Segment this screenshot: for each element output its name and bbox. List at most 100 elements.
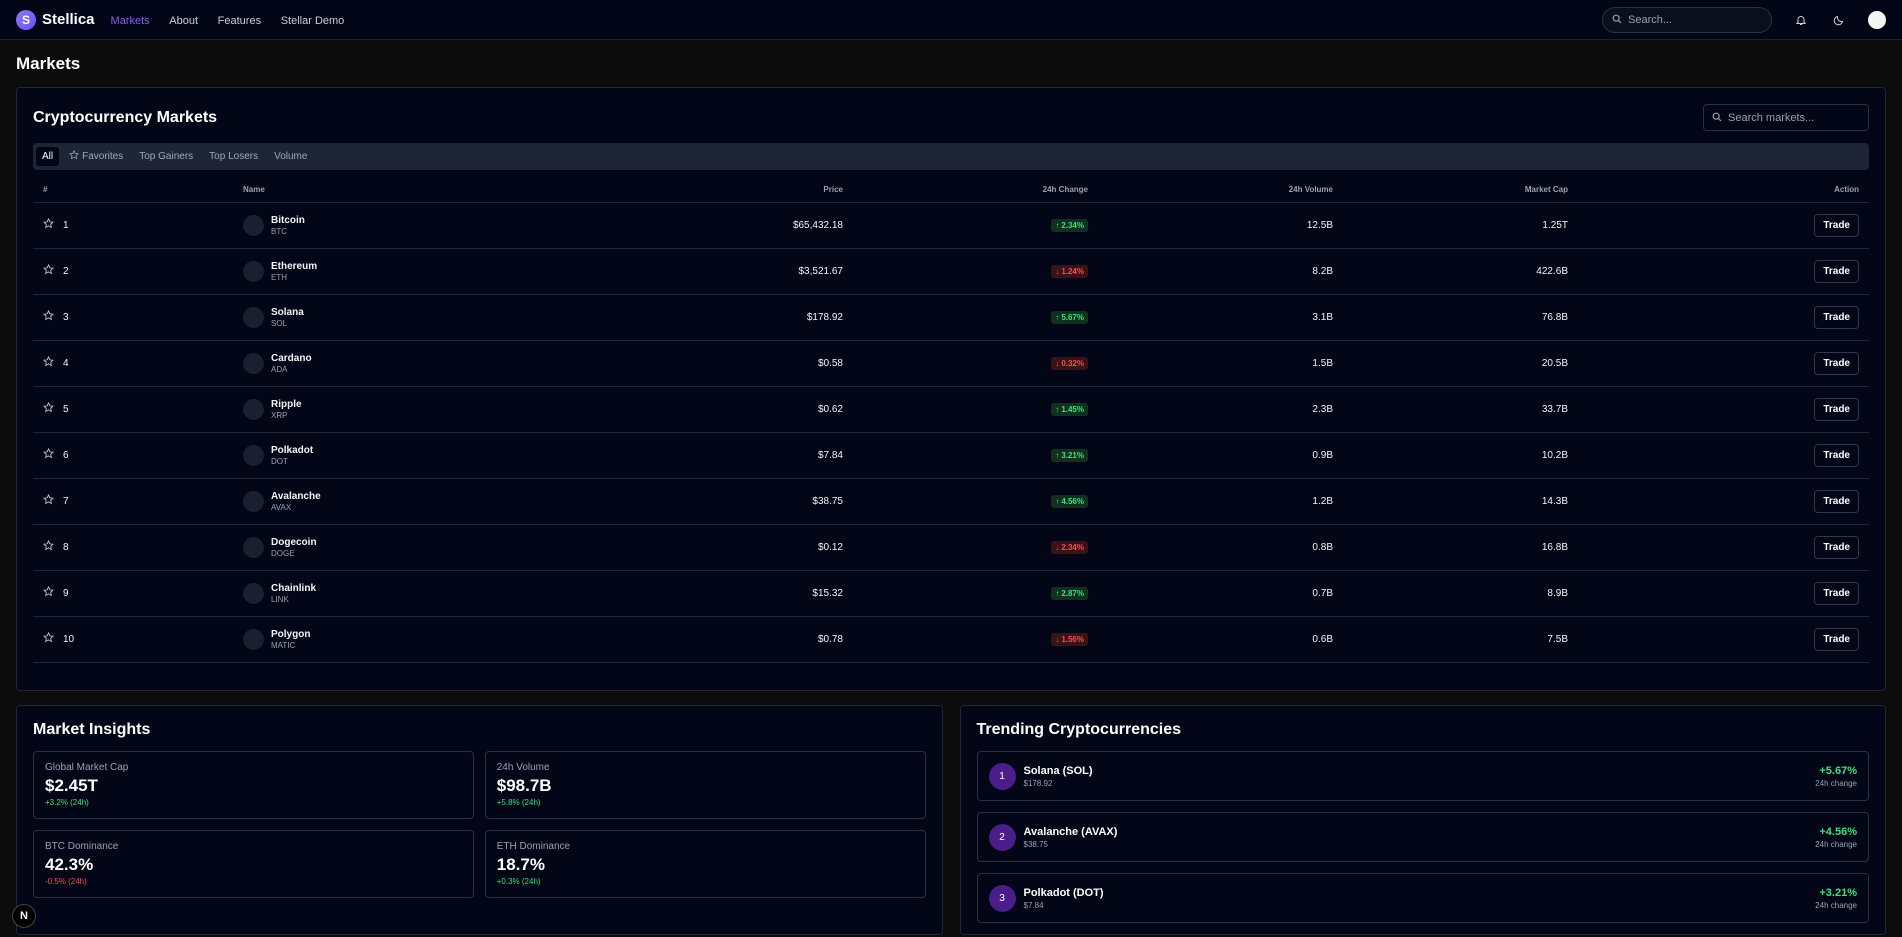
nav-about[interactable]: About xyxy=(169,15,198,27)
tab-favorites[interactable]: Favorites xyxy=(63,146,129,167)
price: $15.32 xyxy=(593,570,853,617)
volume: 2.3B xyxy=(1098,386,1343,433)
header-search-input[interactable] xyxy=(1628,13,1762,26)
star-icon xyxy=(69,149,80,163)
rank: 2 xyxy=(63,265,69,277)
col-name[interactable]: Name xyxy=(233,178,593,203)
trade-button[interactable]: Trade xyxy=(1814,627,1859,651)
tab-top-losers[interactable]: Top Losers xyxy=(203,147,264,166)
price: $0.12 xyxy=(593,524,853,571)
user-avatar[interactable] xyxy=(1868,10,1886,29)
star-icon[interactable] xyxy=(43,263,54,278)
star-icon[interactable] xyxy=(43,539,54,554)
coin-icon xyxy=(243,398,264,420)
coin-symbol: LINK xyxy=(271,594,289,604)
col-24h-change[interactable]: 24h Change xyxy=(853,178,1098,203)
trade-button[interactable]: Trade xyxy=(1814,443,1859,467)
table-row[interactable]: 2 Ethereum ETH $3,521.67 ↓ 1.24% 8.2B 422.6B Tra… xyxy=(33,248,1869,295)
page-content: Markets Cryptocurrency Markets All Favor… xyxy=(0,40,1902,937)
trade-button[interactable]: Trade xyxy=(1814,213,1859,237)
coin-symbol: ETH xyxy=(271,272,287,282)
table-row[interactable]: 5 Ripple XRP $0.62 ↑ 1.45% 2.3B 33.7B Trade xyxy=(33,386,1869,433)
trend-name: Avalanche (AVAX) xyxy=(1023,825,1118,838)
markets-search-input[interactable] xyxy=(1728,111,1860,124)
arrow-down-icon: ↓ xyxy=(1055,542,1060,552)
star-icon[interactable] xyxy=(43,217,54,232)
top-navbar: S Stellica Markets About Features Stella… xyxy=(0,0,1902,40)
coin-symbol: MATIC xyxy=(271,640,296,650)
col-price[interactable]: Price xyxy=(593,178,853,203)
tab-all[interactable]: All xyxy=(36,147,60,166)
brand-logo[interactable]: S Stellica xyxy=(16,9,95,30)
trade-button[interactable]: Trade xyxy=(1814,351,1859,375)
insight-delta: +5.8% (24h) xyxy=(496,798,541,807)
col-24h-volume[interactable]: 24h Volume xyxy=(1098,178,1343,203)
star-icon[interactable] xyxy=(43,585,54,600)
market-insights-card: Market Insights Global Market Cap $2.45T… xyxy=(16,705,943,935)
trending-item[interactable]: 2 Avalanche (AVAX) $38.75 +4.56% 24h chang… xyxy=(976,812,1869,862)
star-icon[interactable] xyxy=(43,447,54,462)
star-icon[interactable] xyxy=(43,401,54,416)
devtools-badge[interactable]: N xyxy=(12,904,36,928)
trend-price: $178.92 xyxy=(1023,778,1053,788)
insight-global-market-cap: Global Market Cap $2.45T +3.2% (24h) xyxy=(33,751,474,819)
star-icon[interactable] xyxy=(43,355,54,370)
table-row[interactable]: 1 Bitcoin BTC $65,432.18 ↑ 2.34% 12.5B 1.25T Tra… xyxy=(33,202,1869,249)
table-row[interactable]: 8 Dogecoin DOGE $0.12 ↓ 2.34% 0.8B 16.8B Trade xyxy=(33,524,1869,571)
price: $0.78 xyxy=(593,616,853,663)
price: $0.58 xyxy=(593,340,853,387)
table-row[interactable]: 3 Solana SOL $178.92 ↑ 5.67% 3.1B 76.8B Trade xyxy=(33,294,1869,341)
trend-name: Solana (SOL) xyxy=(1023,764,1093,777)
table-row[interactable]: 4 Cardano ADA $0.58 ↓ 0.32% 1.5B 20.5B Trade xyxy=(33,340,1869,387)
star-icon[interactable] xyxy=(43,493,54,508)
coin-symbol: DOGE xyxy=(271,548,295,558)
markets-card: Cryptocurrency Markets All Favorites Top… xyxy=(16,87,1886,691)
moon-icon[interactable] xyxy=(1830,11,1848,29)
header-search[interactable] xyxy=(1602,6,1772,33)
bell-icon[interactable] xyxy=(1792,11,1810,29)
insight-value: 42.3% xyxy=(45,855,94,874)
trade-button[interactable]: Trade xyxy=(1814,397,1859,421)
trending-item[interactable]: 3 Polkadot (DOT) $7.84 +3.21% 24h change xyxy=(976,873,1869,923)
table-row[interactable]: 10 Polygon MATIC $0.78 ↓ 1.56% 0.6B 7.5B Trade xyxy=(33,616,1869,663)
market-cap: 8.9B xyxy=(1343,570,1578,617)
arrow-down-icon: ↓ xyxy=(1055,266,1060,276)
nav-stellar-demo[interactable]: Stellar Demo xyxy=(281,15,345,27)
market-tabs: All Favorites Top Gainers Top Losers Vol… xyxy=(33,143,1869,170)
market-cap: 76.8B xyxy=(1343,294,1578,341)
nav-features[interactable]: Features xyxy=(218,15,261,27)
trending-item[interactable]: 1 Solana (SOL) $178.92 +5.67% 24h change xyxy=(976,751,1869,801)
trade-button[interactable]: Trade xyxy=(1814,305,1859,329)
markets-search[interactable] xyxy=(1703,104,1869,131)
table-row[interactable]: 7 Avalanche AVAX $38.75 ↑ 4.56% 1.2B 14.3B Trade xyxy=(33,478,1869,525)
insight-value: $98.7B xyxy=(496,776,552,795)
volume: 0.8B xyxy=(1098,524,1343,571)
coin-symbol: XRP xyxy=(271,410,288,420)
coin-name: Polygon xyxy=(271,628,311,640)
market-cap: 14.3B xyxy=(1343,478,1578,525)
coin-icon xyxy=(243,352,264,374)
col-rank[interactable]: # xyxy=(33,178,233,203)
price: $7.84 xyxy=(593,432,853,479)
star-icon[interactable] xyxy=(43,631,54,646)
coin-icon xyxy=(243,214,264,236)
markets-table-body: 1 Bitcoin BTC $65,432.18 ↑ 2.34% 12.5B 1.25T Tra… xyxy=(33,202,1869,663)
market-cap: 7.5B xyxy=(1343,616,1578,663)
market-cap: 10.2B xyxy=(1343,432,1578,479)
coin-name: Chainlink xyxy=(271,582,317,594)
trade-button[interactable]: Trade xyxy=(1814,535,1859,559)
col-market-cap[interactable]: Market Cap xyxy=(1343,178,1578,203)
star-icon[interactable] xyxy=(43,309,54,324)
trade-button[interactable]: Trade xyxy=(1814,581,1859,605)
coin-name: Dogecoin xyxy=(271,536,317,548)
nav-markets[interactable]: Markets xyxy=(111,15,150,27)
arrow-up-icon: ↑ xyxy=(1055,450,1060,460)
trade-button[interactable]: Trade xyxy=(1814,489,1859,513)
table-row[interactable]: 6 Polkadot DOT $7.84 ↑ 3.21% 0.9B 10.2B Trade xyxy=(33,432,1869,479)
tab-top-gainers[interactable]: Top Gainers xyxy=(133,147,199,166)
insight-delta: +3.2% (24h) xyxy=(45,798,89,807)
tab-volume[interactable]: Volume xyxy=(268,147,313,166)
trend-change-label: 24h change xyxy=(1815,900,1857,910)
trade-button[interactable]: Trade xyxy=(1814,259,1859,283)
table-row[interactable]: 9 Chainlink LINK $15.32 ↑ 2.87% 0.7B 8.9B Trade xyxy=(33,570,1869,617)
